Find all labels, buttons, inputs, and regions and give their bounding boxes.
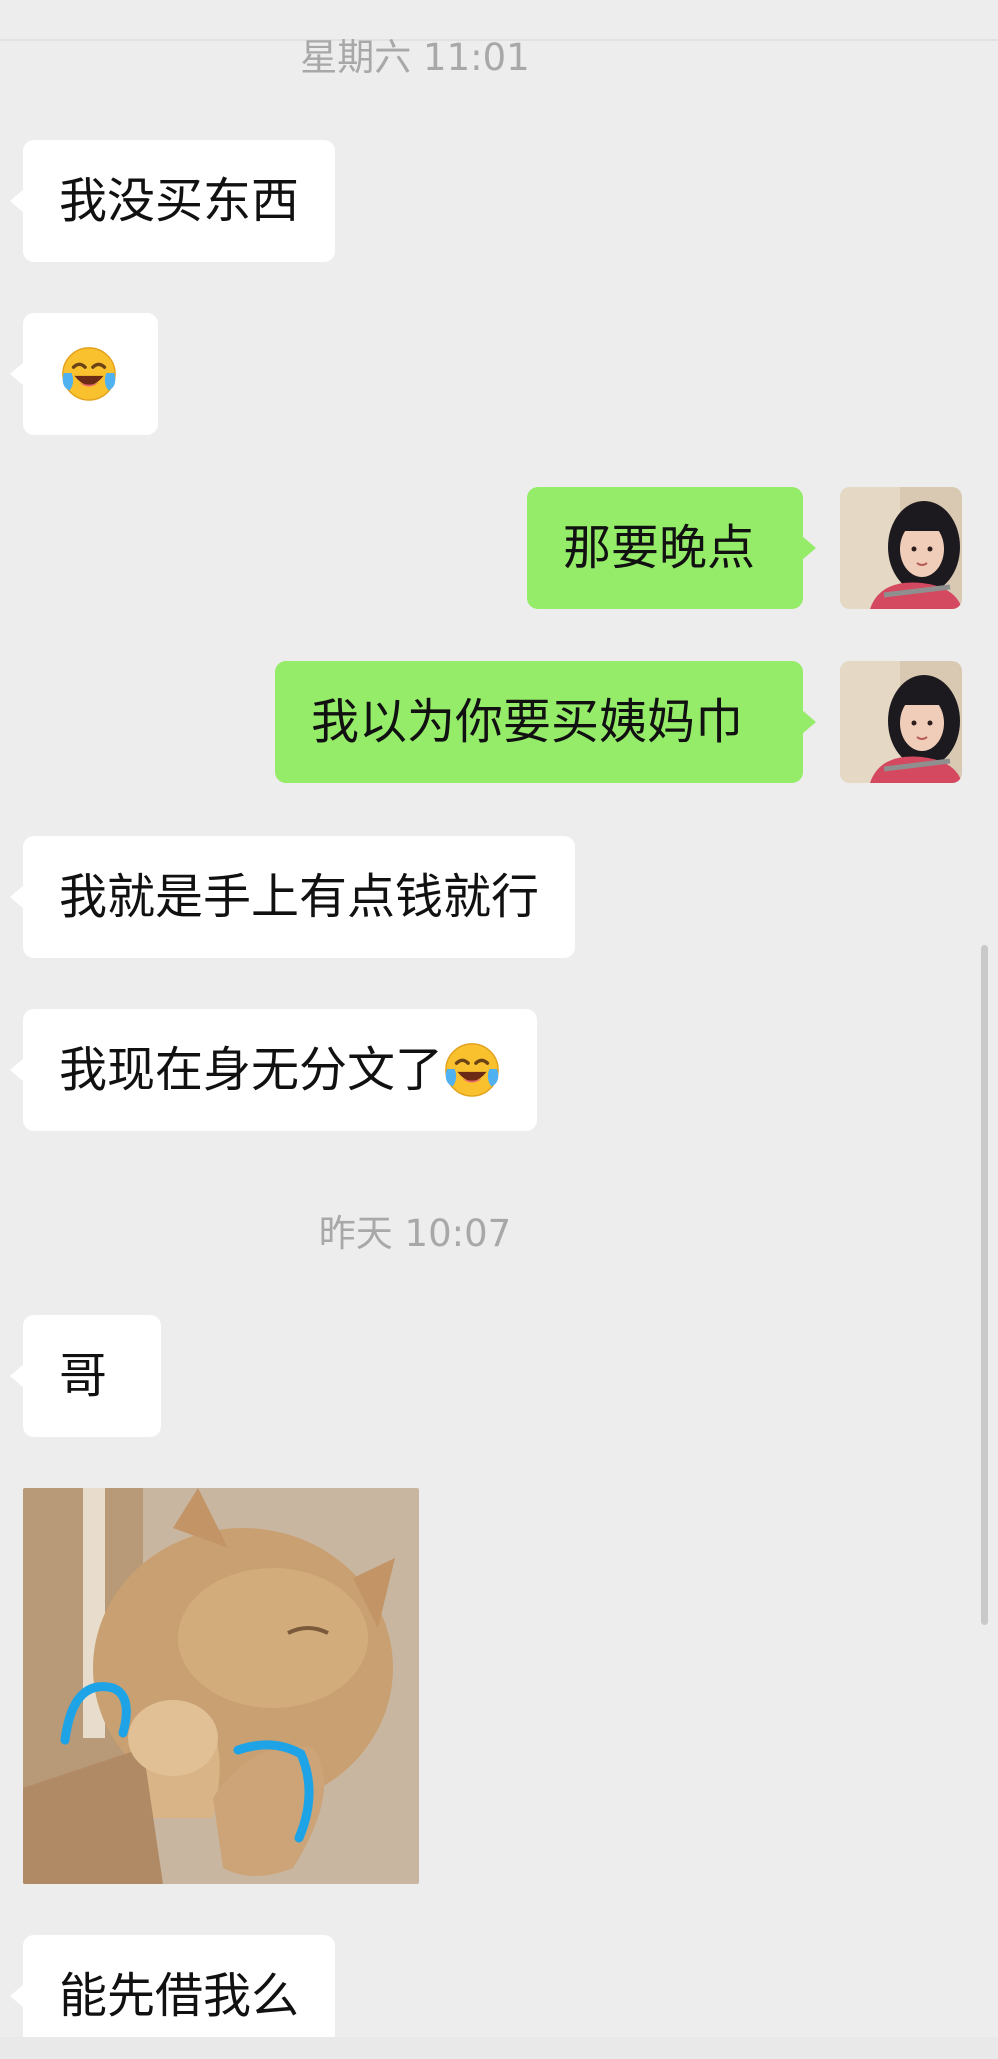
crying-cat-sticker[interactable] [23,1488,419,1884]
user-avatar[interactable] [840,661,962,783]
cat-sticker-image [23,1488,419,1884]
incoming-message-bubble[interactable]: 我没买东西 [9,140,336,262]
outgoing-message-bubble[interactable]: 我以为你要买姨妈巾 [275,661,816,783]
incoming-message-bubble[interactable]: 我就是手上有点钱就行 [9,836,576,958]
avatar-photo [840,661,962,783]
message-text: 我没买东西 [59,173,300,229]
outgoing-message-bubble[interactable]: 那要晚点 [527,487,816,609]
laugh-cry-emoji-icon [62,347,116,401]
message-text: 我就是手上有点钱就行 [59,869,540,925]
message-text: 我以为你要买姨妈巾 [311,694,744,750]
user-avatar[interactable] [840,487,962,609]
incoming-message-bubble[interactable]: 哥 [10,1315,161,1437]
bottom-edge [0,2037,998,2059]
timestamp: 星期六 11:01 [300,36,530,79]
laugh-cry-emoji-icon [445,1043,499,1097]
incoming-message-bubble[interactable]: 我现在身无分文了 [9,1009,538,1131]
timestamp: 昨天 10:07 [318,1212,512,1255]
message-text: 能先借我么 [59,1968,300,2024]
message-text: 哥 [59,1348,108,1404]
message-text: 那要晚点 [563,520,756,576]
incoming-emoji-bubble[interactable] [10,313,158,435]
chat-conversation: 星期六 11:01 我没买东西 那要晚点 我以为你要买姨妈巾 我就是手上有点钱就… [0,0,998,2059]
message-text: 我现在身无分文了 [59,1042,444,1098]
scrollbar[interactable] [981,945,988,1625]
avatar-photo [840,487,962,609]
